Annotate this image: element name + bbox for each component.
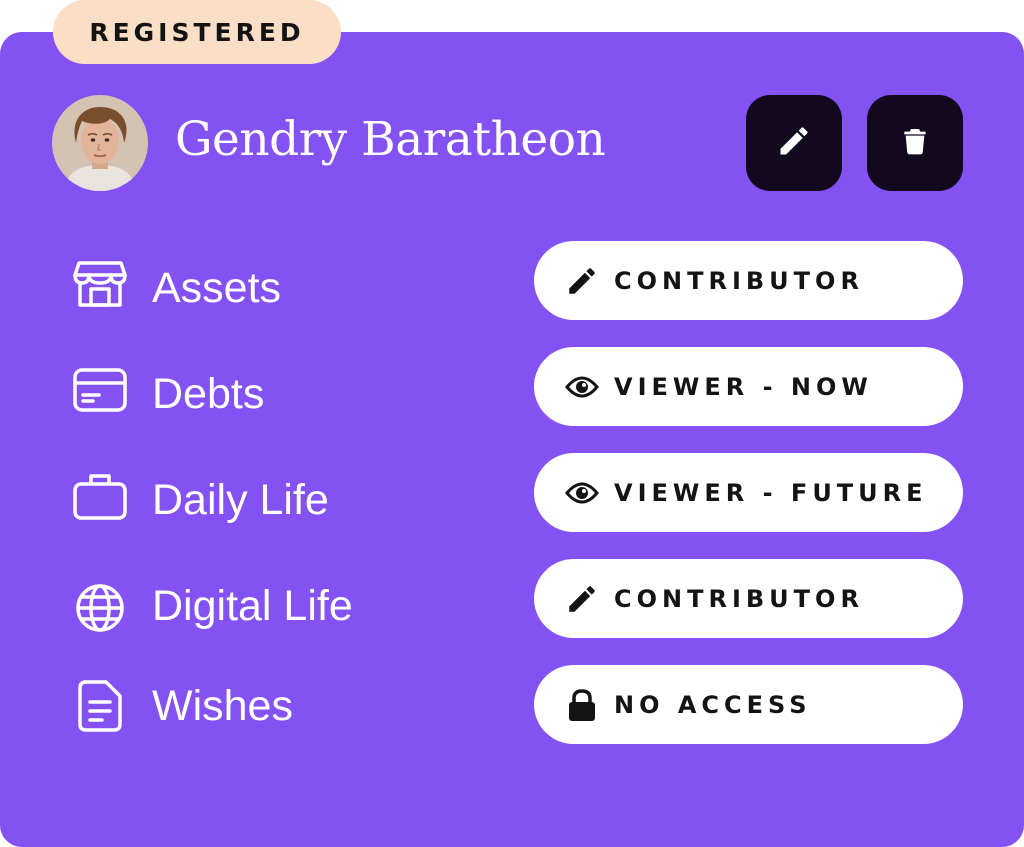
permission-daily-life[interactable]: VIEWER - FUTURE [534,453,963,532]
permission-label: CONTRIBUTOR [614,266,864,295]
section-label-digital-life: Digital Life [152,582,353,630]
permission-digital-life[interactable]: CONTRIBUTOR [534,559,963,638]
trash-icon [899,124,931,162]
section-label-daily-life: Daily Life [152,476,329,524]
edit-user-button[interactable] [746,95,842,191]
credit-card-icon [72,362,128,418]
briefcase-icon [72,468,128,524]
user-name: Gendry Baratheon [175,112,606,167]
permission-wishes[interactable]: NO ACCESS [534,665,963,744]
permission-assets[interactable]: CONTRIBUTOR [534,241,963,320]
permission-label: VIEWER - NOW [614,372,873,401]
eye-icon [564,475,600,511]
document-icon [72,678,128,734]
pencil-icon [564,263,600,299]
avatar [52,95,148,191]
pencil-icon [776,123,812,163]
status-badge: REGISTERED [53,0,341,64]
lock-icon [564,687,600,723]
pencil-icon [564,581,600,617]
delete-user-button[interactable] [867,95,963,191]
permission-label: NO ACCESS [614,690,812,719]
permission-debts[interactable]: VIEWER - NOW [534,347,963,426]
permission-label: VIEWER - FUTURE [614,478,928,507]
section-label-debts: Debts [152,370,265,418]
status-badge-label: REGISTERED [89,17,305,47]
storefront-icon [72,256,128,312]
section-label-wishes: Wishes [152,682,293,730]
globe-icon [72,580,128,636]
eye-icon [564,369,600,405]
permission-label: CONTRIBUTOR [614,584,864,613]
section-label-assets: Assets [152,264,282,312]
